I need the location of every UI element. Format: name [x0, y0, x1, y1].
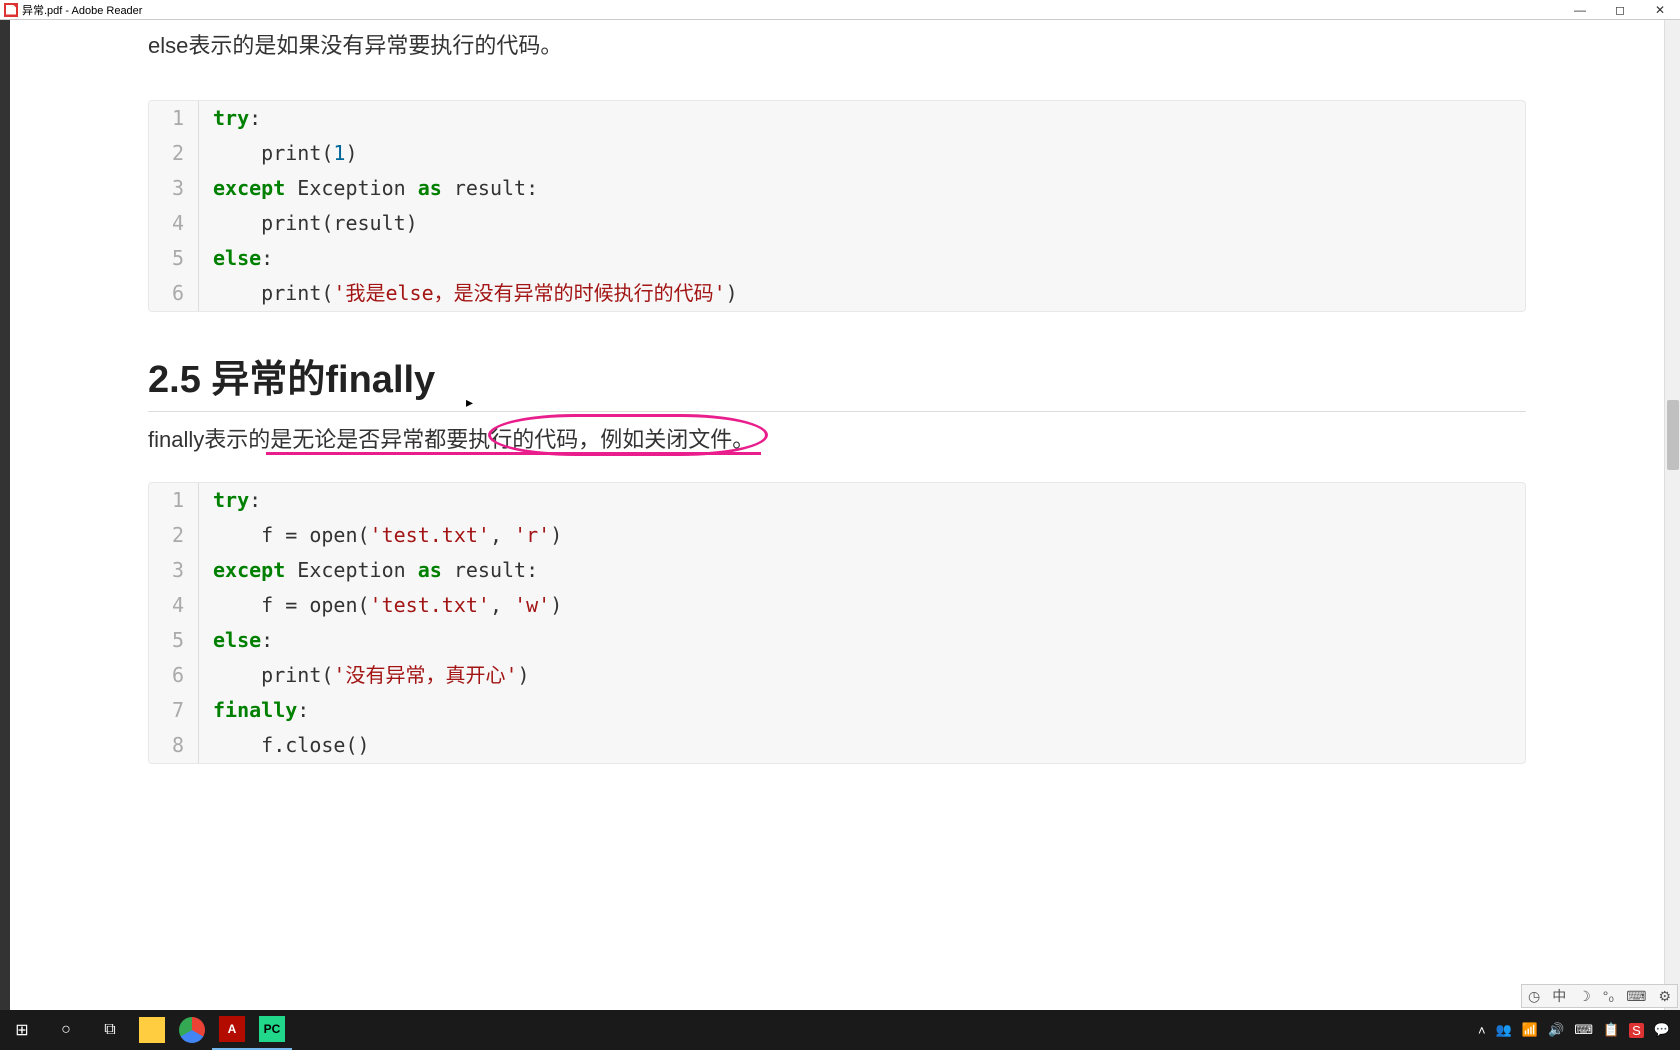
code-content: else:	[199, 623, 273, 658]
tray-network-icon[interactable]: 📶	[1522, 1022, 1538, 1038]
code-line: 6 print('没有异常，真开心')	[149, 658, 1525, 693]
code-line: 3except Exception as result:	[149, 553, 1525, 588]
line-number: 6	[149, 276, 199, 311]
code-line: 4 f = open('test.txt', 'w')	[149, 588, 1525, 623]
tray-people-icon[interactable]: 👥	[1496, 1022, 1512, 1038]
window-controls: — ◻ ✕	[1560, 0, 1680, 20]
line-number: 2	[149, 518, 199, 553]
pycharm-icon: PC	[259, 1016, 285, 1042]
code-content: f.close()	[199, 728, 370, 763]
tray-volume-icon[interactable]: 🔊	[1548, 1022, 1564, 1038]
taskbar-app-explorer[interactable]	[132, 1010, 172, 1050]
code-content: print(1)	[199, 136, 358, 171]
code-line: 1try:	[149, 483, 1525, 518]
line-number: 8	[149, 728, 199, 763]
line-number: 1	[149, 101, 199, 136]
code-line: 4 print(result)	[149, 206, 1525, 241]
moon-icon[interactable]: ☽	[1578, 988, 1591, 1005]
code-content: f = open('test.txt', 'w')	[199, 588, 562, 623]
taskbar: ⊞ ○ ⧉ A PC ˄ 👥 📶 🔊 ⌨ 📋 S 💬	[0, 1010, 1680, 1050]
code-line: 8 f.close()	[149, 728, 1525, 763]
titlebar: 异常.pdf - Adobe Reader — ◻ ✕	[0, 0, 1680, 20]
code-content: else:	[199, 241, 273, 276]
code-content: try:	[199, 483, 261, 518]
line-number: 7	[149, 693, 199, 728]
code-line: 6 print('我是else，是没有异常的时候执行的代码')	[149, 276, 1525, 311]
line-number: 2	[149, 136, 199, 171]
body-text: finally表示的是无论是否异常都要执行的代码，例如关闭文件。 ▸	[148, 422, 1526, 454]
tray-action-icon[interactable]: 💬	[1654, 1022, 1670, 1038]
document-area: else表示的是如果没有异常要执行的代码。 1try:2 print(1)3ex…	[0, 20, 1680, 1010]
code-content: finally:	[199, 693, 309, 728]
cortana-button[interactable]: ○	[44, 1010, 88, 1050]
code-content: f = open('test.txt', 'r')	[199, 518, 562, 553]
code-content: print('我是else，是没有异常的时候执行的代码')	[199, 276, 738, 311]
taskbar-app-chrome[interactable]	[172, 1010, 212, 1050]
folder-icon	[139, 1017, 165, 1043]
code-line: 2 f = open('test.txt', 'r')	[149, 518, 1525, 553]
line-number: 6	[149, 658, 199, 693]
system-tray: ˄ 👥 📶 🔊 ⌨ 📋 S 💬	[1478, 1022, 1680, 1038]
body-text-content: finally表示的是无论是否异常都要执行的代码，例如关闭文件。	[148, 427, 754, 452]
code-content: except Exception as result:	[199, 553, 538, 588]
code-line: 5else:	[149, 623, 1525, 658]
intro-text: else表示的是如果没有异常要执行的代码。	[148, 28, 1526, 60]
chrome-icon	[179, 1017, 205, 1043]
tray-ime-icon[interactable]: ⌨	[1574, 1022, 1593, 1038]
code-line: 1try:	[149, 101, 1525, 136]
code-block-2: 1try:2 f = open('test.txt', 'r')3except …	[148, 482, 1526, 764]
code-line: 2 print(1)	[149, 136, 1525, 171]
minimize-button[interactable]: —	[1560, 0, 1600, 20]
tray-sogou-icon[interactable]: S	[1629, 1023, 1644, 1038]
line-number: 5	[149, 623, 199, 658]
scroll-thumb[interactable]	[1667, 400, 1679, 470]
hand-drawn-underline-annotation	[266, 452, 761, 455]
taskview-button[interactable]: ⧉	[88, 1010, 132, 1050]
tray-clipboard-icon[interactable]: 📋	[1603, 1022, 1619, 1038]
line-number: 3	[149, 553, 199, 588]
start-button[interactable]: ⊞	[0, 1010, 44, 1050]
pdf-page[interactable]: else表示的是如果没有异常要执行的代码。 1try:2 print(1)3ex…	[10, 20, 1664, 1010]
code-line: 3except Exception as result:	[149, 171, 1525, 206]
code-block-1: 1try:2 print(1)3except Exception as resu…	[148, 100, 1526, 312]
code-line: 7finally:	[149, 693, 1525, 728]
code-line: 5else:	[149, 241, 1525, 276]
window-title: 异常.pdf - Adobe Reader	[22, 2, 142, 18]
line-number: 4	[149, 206, 199, 241]
code-content: print('没有异常，真开心')	[199, 658, 530, 693]
tray-chevron-icon[interactable]: ˄	[1478, 1023, 1486, 1038]
line-number: 1	[149, 483, 199, 518]
temperature-icon[interactable]: °₀	[1603, 988, 1614, 1004]
vertical-scrollbar[interactable]	[1664, 20, 1680, 1010]
line-number: 5	[149, 241, 199, 276]
clock-icon[interactable]: ◷	[1528, 988, 1540, 1005]
code-content: print(result)	[199, 206, 418, 241]
keyboard-icon[interactable]: ⌨	[1626, 988, 1646, 1005]
maximize-button[interactable]: ◻	[1600, 0, 1640, 20]
ime-zh-icon[interactable]: 中	[1552, 986, 1566, 1006]
close-button[interactable]: ✕	[1640, 0, 1680, 20]
line-number: 3	[149, 171, 199, 206]
gear-icon[interactable]: ⚙	[1658, 988, 1671, 1005]
code-content: except Exception as result:	[199, 171, 538, 206]
reader-widgets: ◷ 中 ☽ °₀ ⌨ ⚙	[1521, 984, 1678, 1008]
taskbar-app-adobe[interactable]: A	[212, 1010, 252, 1050]
page-shadow-left	[0, 20, 10, 1010]
section-heading: 2.5 异常的finally	[148, 348, 1526, 412]
code-content: try:	[199, 101, 261, 136]
adobe-icon: A	[219, 1016, 245, 1042]
line-number: 4	[149, 588, 199, 623]
taskbar-app-pycharm[interactable]: PC	[252, 1010, 292, 1050]
pdf-icon	[4, 3, 18, 17]
